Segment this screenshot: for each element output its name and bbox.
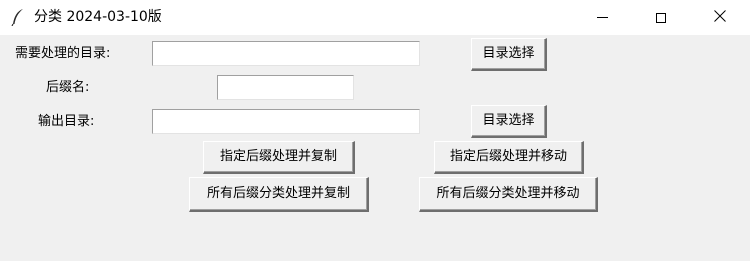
all-copy-button[interactable]: 所有后缀分类处理并复制	[189, 177, 369, 212]
suffix-move-button[interactable]: 指定后缀处理并移动	[434, 141, 584, 174]
all-move-button[interactable]: 所有后缀分类处理并移动	[419, 177, 598, 212]
minimize-button[interactable]	[579, 0, 625, 35]
feather-icon	[10, 8, 26, 27]
minimize-icon	[596, 17, 608, 18]
window-title: 分类 2024-03-10版	[34, 9, 162, 25]
suffix-copy-button[interactable]: 指定后缀处理并复制	[203, 141, 355, 174]
title-bar: 分类 2024-03-10版	[0, 0, 750, 35]
maximize-button[interactable]	[638, 0, 684, 35]
output-dir-input[interactable]	[152, 109, 420, 134]
maximize-icon	[656, 12, 666, 23]
suffix-label: 后缀名:	[46, 80, 90, 95]
source-dir-input[interactable]	[152, 41, 420, 66]
output-dir-label: 输出目录:	[38, 114, 95, 129]
select-output-dir-button[interactable]: 目录选择	[471, 105, 547, 138]
close-button[interactable]	[697, 0, 743, 35]
select-source-dir-button[interactable]: 目录选择	[471, 38, 547, 71]
suffix-input[interactable]	[217, 75, 354, 100]
close-icon	[714, 9, 726, 26]
source-dir-label: 需要处理的目录:	[15, 46, 111, 61]
